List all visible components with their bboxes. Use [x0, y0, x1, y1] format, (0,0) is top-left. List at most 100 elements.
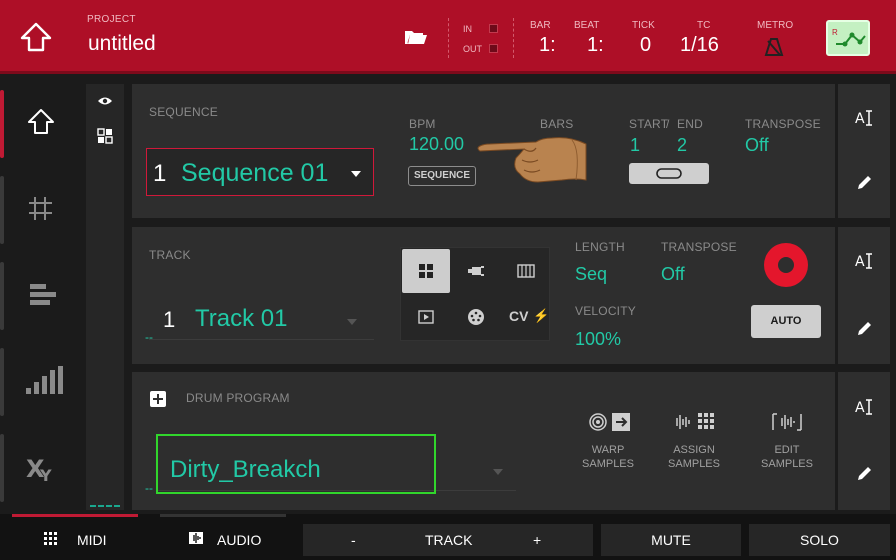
- assign-samples-button[interactable]: ASSIGN SAMPLES: [654, 410, 734, 472]
- in-label: IN: [463, 24, 472, 34]
- solo-button[interactable]: SOLO: [749, 524, 890, 556]
- loop-icon: [656, 168, 682, 179]
- mixer-bars-icon: [26, 366, 63, 394]
- metronome-icon: [764, 38, 784, 56]
- svg-text:A: A: [855, 254, 865, 270]
- rename-icon[interactable]: A: [854, 397, 876, 417]
- sidebar-item-xy[interactable]: X Y: [0, 428, 84, 508]
- warp-label-line1: WARP: [591, 444, 625, 456]
- rename-icon[interactable]: A: [854, 251, 876, 271]
- edit-pencil-icon[interactable]: [855, 465, 873, 483]
- midi-port-icon: [468, 309, 484, 325]
- sequence-name: Sequence 01: [181, 159, 329, 187]
- svg-text:R: R: [832, 28, 838, 37]
- tick-value[interactable]: 0: [640, 34, 651, 57]
- midi-type-button[interactable]: [452, 295, 500, 339]
- sidebar-item-main[interactable]: [0, 84, 84, 164]
- warp-samples-button[interactable]: WARP SAMPLES: [568, 410, 648, 472]
- sidebar-item-mixer[interactable]: [0, 342, 84, 422]
- bars-label: BARS: [540, 117, 574, 131]
- edit-samples-label: EDIT SAMPLES: [747, 443, 827, 471]
- clip-type-button[interactable]: [402, 295, 450, 339]
- midi-grid-icon: [44, 532, 57, 545]
- track-dash: --: [145, 330, 153, 344]
- chevron-down-icon: [351, 171, 361, 177]
- warp-spiral-icon: [589, 413, 630, 431]
- automation-toggle-button[interactable]: R: [826, 20, 870, 56]
- sequence-selector[interactable]: 1 Sequence 01: [146, 148, 374, 196]
- cv-bolt-icon: ⚡: [533, 308, 550, 323]
- start-value[interactable]: 1: [630, 135, 640, 156]
- edit-samples-button[interactable]: EDIT SAMPLES: [747, 410, 827, 472]
- automation-curve-icon: R: [832, 28, 866, 47]
- active-indicator: [0, 90, 4, 158]
- chevron-down-icon: [347, 319, 357, 325]
- mode-sidebar: X Y: [0, 84, 84, 510]
- midi-tab[interactable]: MIDI: [12, 514, 138, 560]
- program-selector[interactable]: Dirty_Breakch: [156, 434, 436, 494]
- bpm-mode-button[interactable]: SEQUENCE: [408, 166, 476, 186]
- cv-type-button[interactable]: CV ⚡: [502, 295, 550, 339]
- mute-button[interactable]: MUTE: [601, 524, 741, 556]
- auto-button[interactable]: AUTO: [751, 305, 821, 338]
- loop-button[interactable]: [629, 163, 709, 184]
- track-label: TRACK: [149, 248, 191, 262]
- keygroup-type-button[interactable]: [502, 249, 550, 293]
- edit-pencil-icon[interactable]: [855, 320, 873, 338]
- edit-label-line1: EDIT: [774, 444, 800, 456]
- bpm-label: BPM: [409, 117, 436, 131]
- plus-icon: [153, 394, 163, 404]
- midi-tab-label: MIDI: [77, 532, 107, 548]
- folder-icon: [405, 31, 427, 44]
- selector-underline: [149, 339, 374, 340]
- sidebar-item-step-sequencer[interactable]: [0, 256, 84, 336]
- assign-label-line1: ASSIGN: [673, 444, 715, 456]
- eye-icon[interactable]: [97, 96, 113, 106]
- home-arrow-icon: [20, 22, 52, 52]
- step-sequencer-icon: [30, 284, 56, 305]
- sequence-tools: A: [838, 84, 890, 218]
- beat-label: BEAT: [574, 20, 600, 31]
- beat-value[interactable]: 1:: [587, 34, 604, 57]
- drum-type-button[interactable]: [402, 249, 450, 293]
- track-prev-button[interactable]: -: [351, 524, 356, 556]
- project-name[interactable]: untitled: [88, 32, 156, 56]
- warp-label-line2: SAMPLES: [582, 458, 634, 470]
- sequence-transpose-value[interactable]: Off: [745, 135, 769, 156]
- program-panel: DRUM PROGRAM -- Dirty_Breakch WARP SAMPL…: [132, 372, 835, 510]
- track-next-button[interactable]: +: [533, 524, 541, 556]
- main-menu-button[interactable]: [16, 20, 56, 56]
- track-type-grid: CV ⚡: [400, 247, 550, 341]
- track-panel: TRACK 1 Track 01 -- CV ⚡ LENGTH Seq TRAN…: [132, 227, 835, 364]
- record-arm-button[interactable]: [764, 243, 808, 287]
- grid-view-icon[interactable]: [97, 128, 113, 144]
- end-value[interactable]: 2: [677, 135, 687, 156]
- track-selector-bar: - TRACK +: [303, 524, 593, 556]
- clip-play-icon: [418, 310, 434, 324]
- rename-icon[interactable]: A: [854, 108, 876, 128]
- program-name: Dirty_Breakch: [170, 456, 321, 483]
- edit-pencil-icon[interactable]: [855, 174, 873, 192]
- add-program-button[interactable]: [150, 391, 166, 407]
- track-selector[interactable]: 1 Track 01: [149, 295, 374, 341]
- svg-text:Y: Y: [39, 466, 52, 482]
- home-icon: [28, 109, 54, 134]
- bar-value[interactable]: 1:: [539, 34, 556, 57]
- edit-label-line2: SAMPLES: [761, 458, 813, 470]
- cv-label: CV: [509, 308, 529, 324]
- sidebar-item-grid[interactable]: [0, 170, 84, 250]
- tick-label: TICK: [632, 20, 655, 31]
- length-value[interactable]: Seq: [575, 264, 607, 285]
- velocity-value[interactable]: 100%: [575, 329, 621, 350]
- bottom-bar: MIDI AUDIO - TRACK + MUTE SOLO: [0, 514, 896, 560]
- browser-button[interactable]: [404, 28, 428, 46]
- track-number: 1: [163, 307, 176, 332]
- out-indicator: [489, 44, 498, 53]
- metronome-button[interactable]: [764, 37, 784, 57]
- bpm-value[interactable]: 120.00: [409, 134, 464, 155]
- audio-tab[interactable]: AUDIO: [160, 514, 286, 560]
- plugin-type-button[interactable]: [452, 249, 500, 293]
- audio-tab-label: AUDIO: [217, 532, 262, 548]
- track-transpose-value[interactable]: Off: [661, 264, 685, 285]
- tc-value[interactable]: 1/16: [680, 34, 719, 57]
